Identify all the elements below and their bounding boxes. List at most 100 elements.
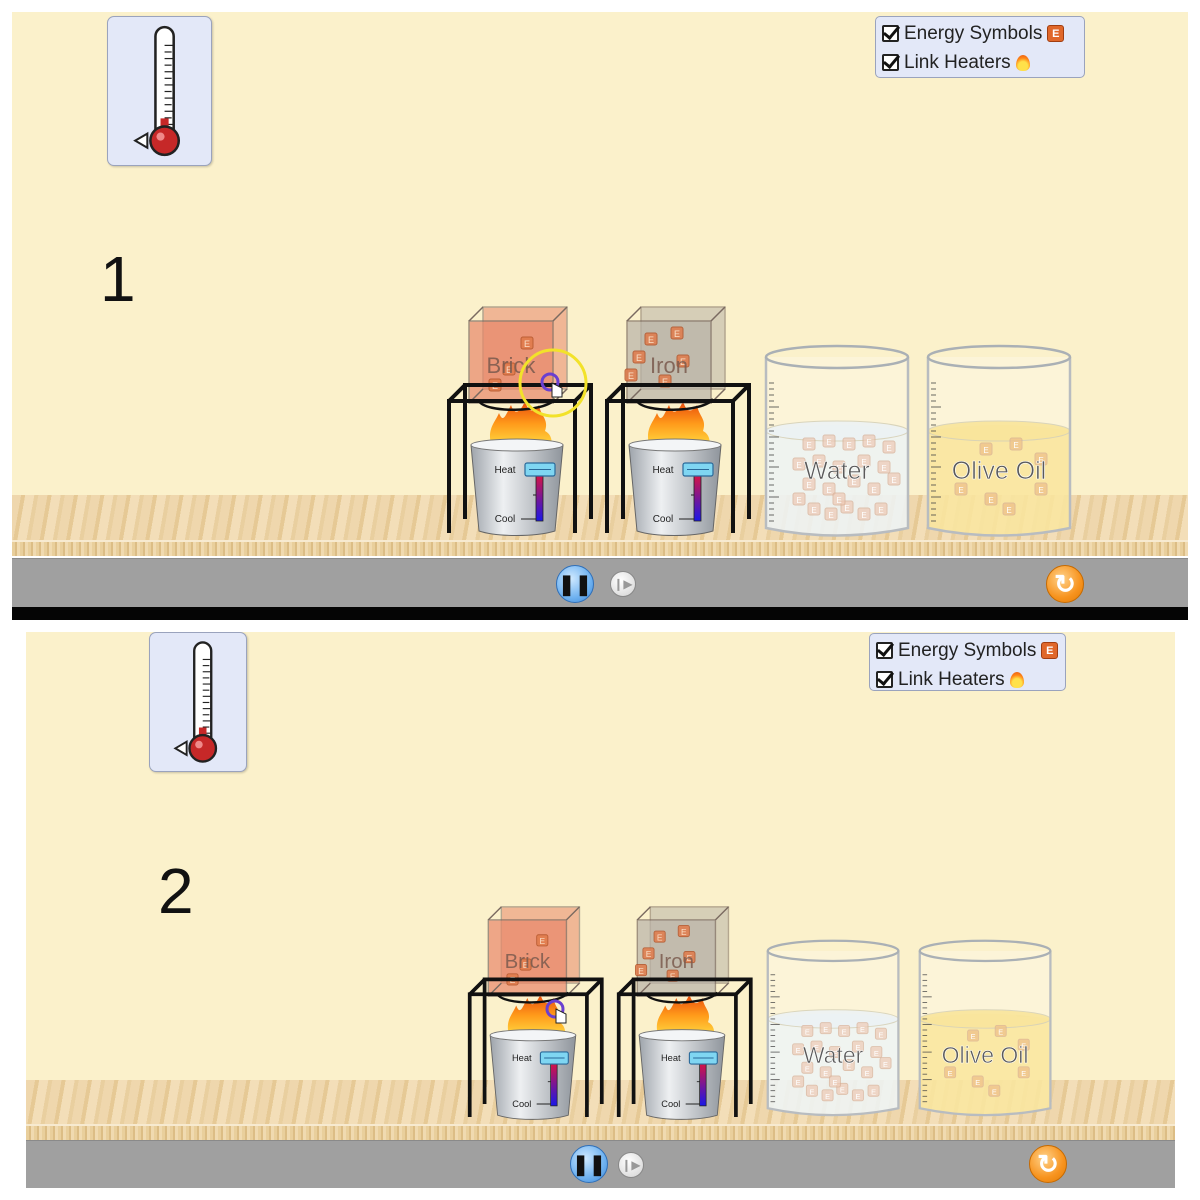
simulation-panel-2: 2 Energy Symbols E Link Heaters EEE Bric… bbox=[26, 632, 1175, 1188]
heat-label: Heat bbox=[512, 1053, 532, 1063]
panel-number: 1 bbox=[100, 243, 136, 315]
heat-label: Heat bbox=[494, 465, 515, 476]
checkbox-label: Link Heaters bbox=[904, 51, 1011, 73]
reset-all-button[interactable]: ↻ bbox=[1029, 1145, 1067, 1183]
svg-text:E: E bbox=[646, 949, 652, 959]
heat-cool-slider-knob[interactable] bbox=[682, 462, 714, 477]
energy-chunk-icon: E bbox=[642, 947, 655, 960]
thermometer-toolbox[interactable] bbox=[107, 16, 212, 166]
svg-text:E: E bbox=[636, 353, 642, 363]
energy-chunk-icon: E bbox=[670, 326, 684, 340]
checkbox-checked-icon[interactable] bbox=[882, 54, 899, 71]
beaker-container-1: EEEEEEEEEEEEEEEEEEEEEE Water bbox=[765, 938, 901, 1127]
options-panel: Energy Symbols E Link Heaters bbox=[869, 633, 1066, 691]
checkbox-energy-symbols[interactable]: Energy Symbols E bbox=[876, 636, 1059, 665]
reset-icon: ↻ bbox=[1037, 1148, 1059, 1179]
panel-number: 2 bbox=[158, 855, 194, 927]
block-label: Iron bbox=[659, 950, 694, 973]
flame-icon bbox=[1009, 671, 1024, 688]
checkbox-link-heaters[interactable]: Link Heaters bbox=[882, 48, 1078, 77]
options-panel: Energy Symbols E Link Heaters bbox=[875, 16, 1085, 78]
block-iron[interactable]: EEE EEE Iron bbox=[624, 306, 726, 404]
click-indicator bbox=[545, 999, 567, 1024]
hand-cursor-icon bbox=[551, 382, 563, 398]
heat-label: Heat bbox=[661, 1053, 681, 1063]
click-indicator bbox=[518, 348, 588, 418]
energy-chunk-icon: E bbox=[634, 964, 648, 977]
checkbox-label: Energy Symbols bbox=[904, 22, 1043, 44]
heater-bucket: Heat Cool bbox=[638, 1029, 726, 1120]
checkbox-energy-symbols[interactable]: Energy Symbols E bbox=[882, 19, 1078, 48]
simulation-panel-1: 1 Energy Symbols E Link Heaters EEE Bric… bbox=[12, 12, 1188, 620]
beaker-label: Water bbox=[804, 457, 870, 485]
checkbox-link-heaters[interactable]: Link Heaters bbox=[876, 665, 1059, 694]
pause-icon: ❚❚ bbox=[558, 573, 592, 596]
pause-button[interactable]: ❚❚ bbox=[556, 565, 594, 603]
svg-text:E: E bbox=[681, 927, 687, 937]
heat-cool-slider-knob[interactable] bbox=[539, 1051, 569, 1065]
beaker-label: Olive Oil bbox=[952, 457, 1046, 485]
burner-unit-1: EEE Brick Heat Cool bbox=[445, 305, 595, 542]
pause-icon: ❚❚ bbox=[572, 1153, 606, 1176]
reset-icon: ↻ bbox=[1054, 568, 1076, 599]
energy-chunk-icon: E bbox=[677, 924, 690, 938]
energy-chunk-icon: E bbox=[644, 332, 658, 346]
burner-unit-2: EEEEEE Iron Heat Cool bbox=[603, 305, 753, 542]
heat-cool-slider-knob[interactable] bbox=[524, 462, 556, 477]
checkbox-checked-icon[interactable] bbox=[876, 671, 893, 688]
hand-cursor-icon bbox=[555, 1008, 567, 1024]
svg-text:E: E bbox=[539, 936, 545, 946]
beaker-olive-oil[interactable]: EEEEEEE Olive Oil bbox=[918, 939, 1052, 1117]
energy-chunk-icon: E bbox=[1047, 25, 1065, 42]
thermometer-icon[interactable] bbox=[150, 633, 246, 771]
svg-text:E: E bbox=[657, 932, 663, 942]
step-icon: ❙▶ bbox=[613, 577, 633, 591]
beaker-water[interactable]: E E E EEE EEEEEEEEEEEEEEEE Water bbox=[766, 939, 900, 1117]
heat-label: Heat bbox=[652, 465, 673, 476]
heater-bucket: Heat Cool bbox=[628, 438, 722, 536]
beaker-label: Water bbox=[803, 1042, 864, 1068]
block-label: Iron bbox=[650, 353, 688, 378]
video-strip bbox=[12, 607, 1188, 620]
heat-cool-slider-knob[interactable] bbox=[688, 1051, 718, 1065]
thermometer-icon[interactable] bbox=[108, 17, 211, 165]
cool-label: Cool bbox=[661, 1099, 680, 1109]
cool-label: Cool bbox=[512, 1099, 531, 1109]
reset-all-button[interactable]: ↻ bbox=[1046, 565, 1084, 603]
beaker-water[interactable]: E E E EEE EEEEEEEEEEEEEEEE Water bbox=[764, 344, 910, 537]
step-icon: ❙▶ bbox=[621, 1158, 641, 1172]
step-button[interactable]: ❙▶ bbox=[610, 571, 636, 597]
block-brick[interactable]: EEE Brick bbox=[487, 906, 581, 997]
checkbox-label: Energy Symbols bbox=[898, 639, 1037, 661]
checkbox-label: Link Heaters bbox=[898, 668, 1005, 690]
energy-chunk-icon: E bbox=[632, 350, 646, 364]
beaker-container-2: EEEEEEE Olive Oil bbox=[925, 343, 1073, 548]
beaker-container-1: EEEEEEEEEEEEEEEEEEEEEE Water bbox=[763, 343, 911, 548]
heater-bucket: Heat Cool bbox=[470, 438, 564, 536]
cool-label: Cool bbox=[653, 514, 674, 525]
block-label: Brick bbox=[505, 950, 551, 973]
energy-chunk-icon: E bbox=[624, 368, 638, 382]
thermometer-toolbox[interactable] bbox=[149, 632, 247, 772]
flame-icon bbox=[1015, 54, 1030, 71]
svg-text:E: E bbox=[648, 335, 654, 345]
beaker-container-2: EEEEEEE Olive Oil bbox=[917, 938, 1053, 1127]
svg-text:E: E bbox=[628, 371, 634, 381]
block-iron[interactable]: EEE EEE Iron bbox=[634, 906, 730, 997]
beaker-label: Olive Oil bbox=[942, 1042, 1029, 1068]
heater-bucket: Heat Cool bbox=[489, 1029, 577, 1120]
burner-unit-2: EEEEEE Iron Heat Cool bbox=[615, 905, 755, 1125]
beaker-olive-oil[interactable]: EEEEEEE Olive Oil bbox=[926, 344, 1072, 537]
svg-text:E: E bbox=[638, 966, 644, 976]
energy-chunk-icon: E bbox=[536, 934, 549, 947]
svg-text:E: E bbox=[674, 329, 680, 339]
cool-label: Cool bbox=[495, 514, 516, 525]
checkbox-checked-icon[interactable] bbox=[882, 25, 899, 42]
burner-unit-1: EEE Brick Heat Cool bbox=[466, 905, 606, 1125]
step-button[interactable]: ❙▶ bbox=[618, 1152, 644, 1178]
checkbox-checked-icon[interactable] bbox=[876, 642, 893, 659]
control-bar bbox=[12, 558, 1188, 608]
energy-chunk-icon: E bbox=[653, 930, 666, 943]
energy-chunk-icon: E bbox=[1041, 642, 1059, 659]
pause-button[interactable]: ❚❚ bbox=[570, 1145, 608, 1183]
